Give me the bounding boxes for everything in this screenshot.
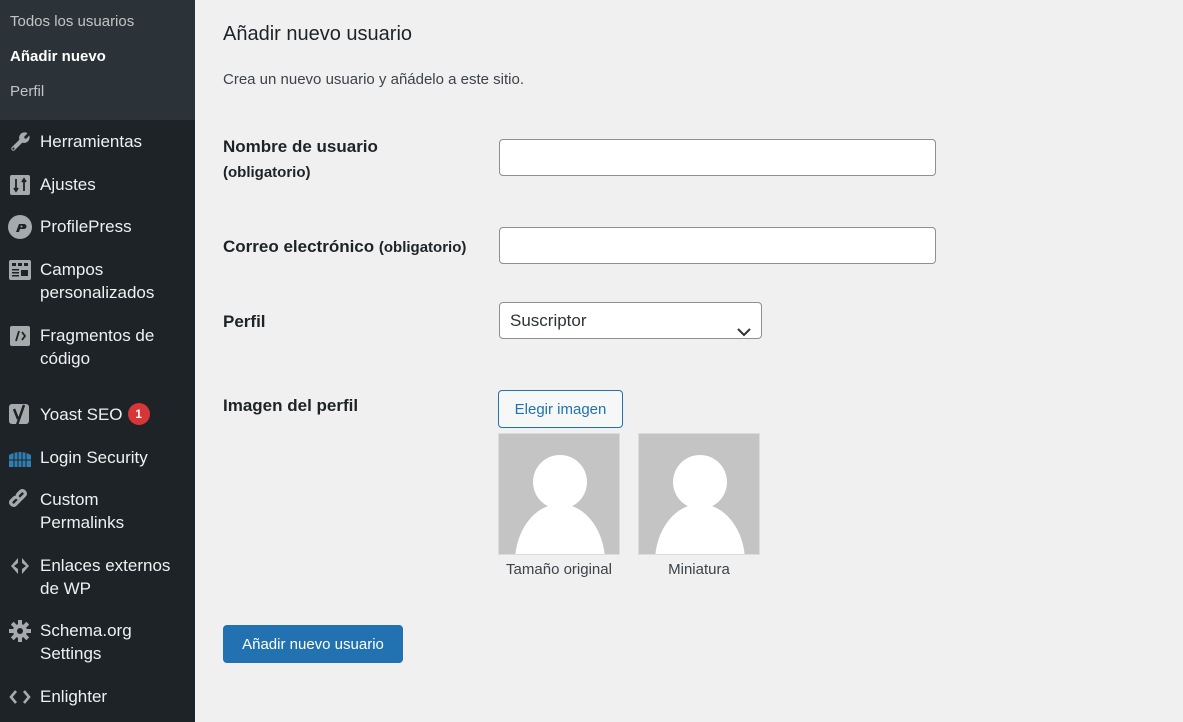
sidebar-label: Schema.org Settings xyxy=(40,621,132,663)
sidebar-label: Enlighter xyxy=(40,687,108,706)
users-submenu: Todos los usuarios Añadir nuevo Perfil xyxy=(0,0,195,120)
sidebar-item-schema-settings[interactable]: Schema.org Settings xyxy=(0,619,195,665)
main-content: Añadir nuevo usuario Crea un nuevo usuar… xyxy=(223,0,1183,722)
settings-sliders-icon xyxy=(0,173,40,196)
sidebar-item-custom-permalinks[interactable]: Custom Permalinks xyxy=(0,488,195,534)
code-brackets-icon xyxy=(0,685,40,708)
sidebar-item-enlighter[interactable]: Enlighter xyxy=(0,685,195,708)
sidebar-label: Campos personalizados xyxy=(40,260,155,302)
custom-fields-icon xyxy=(0,258,40,281)
avatar-original-caption: Tamaño original xyxy=(506,561,612,578)
code-snippets-icon xyxy=(0,324,40,347)
sidebar-label: Ajustes xyxy=(40,175,96,194)
sidebar-item-external-links[interactable]: Enlaces externos de WP xyxy=(0,554,195,600)
email-input[interactable] xyxy=(499,227,936,264)
gear-icon xyxy=(0,619,40,642)
username-label-text: Nombre de usuario xyxy=(223,137,378,156)
profile-image-label: Imagen del perfil xyxy=(223,396,359,415)
submenu-add-new[interactable]: Añadir nuevo xyxy=(0,46,195,81)
default-avatar-icon xyxy=(655,455,745,554)
role-selected-value: Suscriptor xyxy=(510,311,587,330)
page-description: Crea un nuevo usuario y añádelo a este s… xyxy=(223,71,525,88)
sidebar-item-code-snippets[interactable]: Fragmentos de código xyxy=(0,324,195,370)
link-icon xyxy=(0,488,40,511)
notification-badge: 1 xyxy=(127,403,150,425)
sidebar-label: ProfilePress xyxy=(40,217,132,236)
avatar-thumbnail-caption: Miniatura xyxy=(668,561,730,578)
submenu-profile[interactable]: Perfil xyxy=(0,81,195,116)
add-user-submit-button[interactable]: Añadir nuevo usuario xyxy=(223,625,403,663)
sidebar-item-profilepress[interactable]: ProfilePress xyxy=(0,214,195,239)
sidebar-label: Login Security xyxy=(40,448,148,467)
sidebar-label: Fragmentos de código xyxy=(40,326,155,368)
external-links-icon xyxy=(0,554,40,577)
role-select[interactable]: Suscriptor xyxy=(499,302,762,339)
sidebar-item-settings[interactable]: Ajustes xyxy=(0,173,195,196)
page-title: Añadir nuevo usuario xyxy=(223,23,413,45)
yoast-icon xyxy=(0,403,40,426)
role-label: Perfil xyxy=(223,312,266,331)
sidebar-label: Herramientas xyxy=(40,132,143,151)
sidebar-label: Yoast SEO 1 xyxy=(40,403,195,426)
yoast-label: Yoast SEO xyxy=(40,405,123,424)
wrench-icon xyxy=(0,130,40,153)
sidebar-label: Custom Permalinks xyxy=(40,490,125,532)
username-label: Nombre de usuario (obligatorio) xyxy=(223,135,378,185)
email-label-text: Correo electrónico xyxy=(223,237,375,256)
choose-image-button[interactable]: Elegir imagen xyxy=(498,390,623,428)
login-security-icon xyxy=(0,446,40,469)
username-input[interactable] xyxy=(499,139,936,176)
submenu-all-users[interactable]: Todos los usuarios xyxy=(0,11,195,46)
sidebar-item-tools[interactable]: Herramientas xyxy=(0,130,195,153)
default-avatar-icon xyxy=(515,455,605,554)
sidebar-label: Enlaces externos de WP xyxy=(40,556,171,598)
avatar-original xyxy=(498,433,620,555)
sidebar-item-custom-fields[interactable]: Campos personalizados xyxy=(0,258,195,304)
admin-sidebar: Todos los usuarios Añadir nuevo Perfil H… xyxy=(0,0,195,722)
sidebar-item-login-security[interactable]: Login Security xyxy=(0,446,195,469)
required-note: (obligatorio) xyxy=(223,164,311,181)
required-note: (obligatorio) xyxy=(378,239,467,256)
avatar-thumbnail xyxy=(638,433,760,555)
profilepress-icon xyxy=(0,214,40,239)
email-label: Correo electrónico (obligatorio) xyxy=(223,235,466,260)
sidebar-item-yoast-seo[interactable]: Yoast SEO 1 xyxy=(0,403,195,426)
chevron-down-icon xyxy=(737,314,751,349)
